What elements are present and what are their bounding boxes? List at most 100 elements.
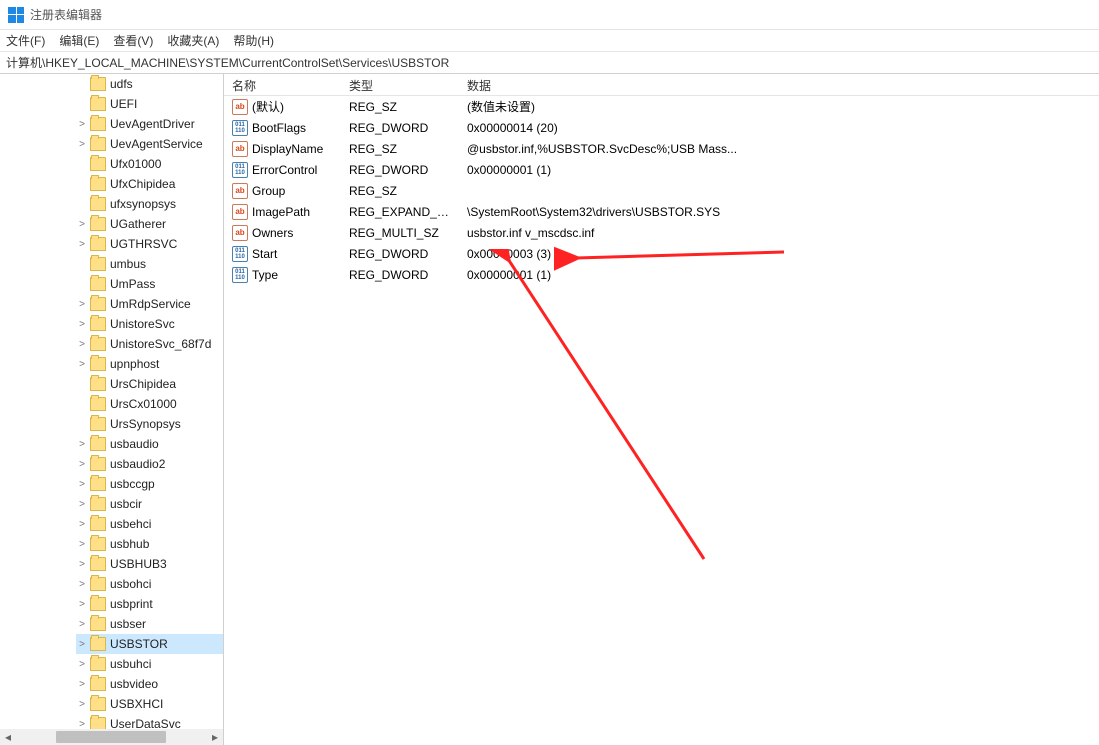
tree-item[interactable]: > USBSTOR (76, 634, 223, 654)
folder-icon (90, 257, 106, 271)
tree-item-label: usbcir (110, 497, 142, 511)
registry-value-row[interactable]: abImagePathREG_EXPAND_SZ\SystemRoot\Syst… (224, 201, 1099, 222)
expand-icon[interactable]: > (76, 599, 88, 610)
tree-item[interactable]: >UnistoreSvc (76, 314, 223, 334)
expand-icon[interactable]: > (76, 459, 88, 470)
tree-item[interactable]: >usbaudio2 (76, 454, 223, 474)
expand-icon[interactable]: > (76, 679, 88, 690)
scroll-thumb[interactable] (56, 731, 166, 743)
expand-icon[interactable]: > (76, 499, 88, 510)
expand-icon[interactable]: > (76, 439, 88, 450)
expand-icon[interactable]: > (76, 539, 88, 550)
tree-item-label: umbus (110, 257, 146, 271)
tree-item[interactable]: ufxsynopsys (76, 194, 223, 214)
tree-item[interactable]: UEFI (76, 94, 223, 114)
scroll-right-icon[interactable]: ▸ (207, 729, 223, 745)
tree-item[interactable]: > usbcir (76, 494, 223, 514)
tree-item[interactable]: >UevAgentService (76, 134, 223, 154)
value-type: REG_SZ (341, 184, 459, 198)
tree-item[interactable]: >usbccgp (76, 474, 223, 494)
registry-value-row[interactable]: 011 110BootFlagsREG_DWORD0x00000014 (20) (224, 117, 1099, 138)
value-name: ImagePath (252, 205, 310, 219)
tree-item[interactable]: umbus (76, 254, 223, 274)
expand-icon[interactable]: > (76, 639, 88, 650)
expand-icon[interactable]: > (76, 139, 88, 150)
content-area: udfsUEFI>UevAgentDriver>UevAgentServiceU… (0, 74, 1099, 745)
tree-item[interactable]: Ufx01000 (76, 154, 223, 174)
tree-item-label: usbser (110, 617, 146, 631)
address-bar[interactable]: 计算机\HKEY_LOCAL_MACHINE\SYSTEM\CurrentCon… (0, 52, 1099, 74)
tree-item[interactable]: > UGatherer (76, 214, 223, 234)
tree-item[interactable]: >usbuhci (76, 654, 223, 674)
menu-help[interactable]: 帮助(H) (233, 32, 274, 49)
column-header-name[interactable]: 名称 (224, 74, 341, 95)
tree-item[interactable]: UrsSynopsys (76, 414, 223, 434)
expand-icon[interactable]: > (76, 339, 88, 350)
tree-item[interactable]: >usbprint (76, 594, 223, 614)
expand-icon[interactable]: > (76, 699, 88, 710)
tree-item-label: USBSTOR (110, 637, 168, 651)
tree-item[interactable]: >UserDataSvc (76, 714, 223, 729)
tree-item[interactable]: >UnistoreSvc_68f7d (76, 334, 223, 354)
tree-item[interactable]: >USBHUB3 (76, 554, 223, 574)
menu-file[interactable]: 文件(F) (6, 32, 45, 49)
expand-icon[interactable]: > (76, 239, 88, 250)
expand-icon[interactable]: > (76, 479, 88, 490)
tree-item[interactable]: >usbehci (76, 514, 223, 534)
expand-icon[interactable]: > (76, 359, 88, 370)
expand-icon[interactable]: > (76, 719, 88, 730)
expand-icon[interactable]: > (76, 519, 88, 530)
registry-value-row[interactable]: abDisplayNameREG_SZ@usbstor.inf,%USBSTOR… (224, 138, 1099, 159)
registry-value-row[interactable]: 011 110TypeREG_DWORD0x00000001 (1) (224, 264, 1099, 285)
tree-item[interactable]: UfxChipidea (76, 174, 223, 194)
menu-edit[interactable]: 编辑(E) (59, 32, 99, 49)
tree-view[interactable]: udfsUEFI>UevAgentDriver>UevAgentServiceU… (0, 74, 223, 729)
tree-item[interactable]: >upnphost (76, 354, 223, 374)
folder-icon (90, 677, 106, 691)
list-header: 名称 类型 数据 (224, 74, 1099, 96)
value-data: (数值未设置) (459, 98, 1099, 115)
binary-value-icon: 011 110 (232, 120, 248, 136)
tree-item[interactable]: >usbvideo (76, 674, 223, 694)
tree-horizontal-scrollbar[interactable]: ◂ ▸ (0, 729, 223, 745)
column-header-type[interactable]: 类型 (341, 74, 459, 95)
expand-icon[interactable]: > (76, 559, 88, 570)
registry-value-row[interactable]: abOwnersREG_MULTI_SZusbstor.inf v_mscdsc… (224, 222, 1099, 243)
expand-icon[interactable]: > (76, 659, 88, 670)
tree-item[interactable]: UrsCx01000 (76, 394, 223, 414)
tree-item[interactable]: >UmRdpService (76, 294, 223, 314)
folder-icon (90, 637, 106, 651)
tree-item-label: usbohci (110, 577, 151, 591)
tree-item[interactable]: >usbaudio (76, 434, 223, 454)
value-type: REG_SZ (341, 142, 459, 156)
registry-value-row[interactable]: ab(默认)REG_SZ(数值未设置) (224, 96, 1099, 117)
expand-icon[interactable]: > (76, 219, 88, 230)
tree-item[interactable]: >UGTHRSVC (76, 234, 223, 254)
registry-value-row[interactable]: 011 110StartREG_DWORD0x00000003 (3) (224, 243, 1099, 264)
scroll-left-icon[interactable]: ◂ (0, 729, 16, 745)
column-header-data[interactable]: 数据 (459, 74, 1099, 95)
tree-item[interactable]: > usbser (76, 614, 223, 634)
expand-icon[interactable]: > (76, 319, 88, 330)
value-type: REG_DWORD (341, 268, 459, 282)
expand-icon[interactable]: > (76, 119, 88, 130)
tree-item[interactable]: udfs (76, 74, 223, 94)
expand-icon[interactable]: > (76, 619, 88, 630)
menubar: 文件(F) 编辑(E) 查看(V) 收藏夹(A) 帮助(H) (0, 30, 1099, 52)
registry-value-row[interactable]: 011 110ErrorControlREG_DWORD0x00000001 (… (224, 159, 1099, 180)
menu-view[interactable]: 查看(V) (113, 32, 153, 49)
registry-value-row[interactable]: abGroupREG_SZ (224, 180, 1099, 201)
tree-item[interactable]: >USBXHCI (76, 694, 223, 714)
tree-item[interactable]: UmPass (76, 274, 223, 294)
tree-item[interactable]: > usbohci (76, 574, 223, 594)
tree-item[interactable]: >UevAgentDriver (76, 114, 223, 134)
window-title: 注册表编辑器 (30, 6, 102, 23)
binary-value-icon: 011 110 (232, 246, 248, 262)
menu-favorites[interactable]: 收藏夹(A) (167, 32, 219, 49)
folder-icon (90, 337, 106, 351)
expand-icon[interactable]: > (76, 579, 88, 590)
expand-icon[interactable]: > (76, 299, 88, 310)
tree-item[interactable]: >usbhub (76, 534, 223, 554)
tree-item[interactable]: UrsChipidea (76, 374, 223, 394)
tree-item-label: UGatherer (110, 217, 166, 231)
